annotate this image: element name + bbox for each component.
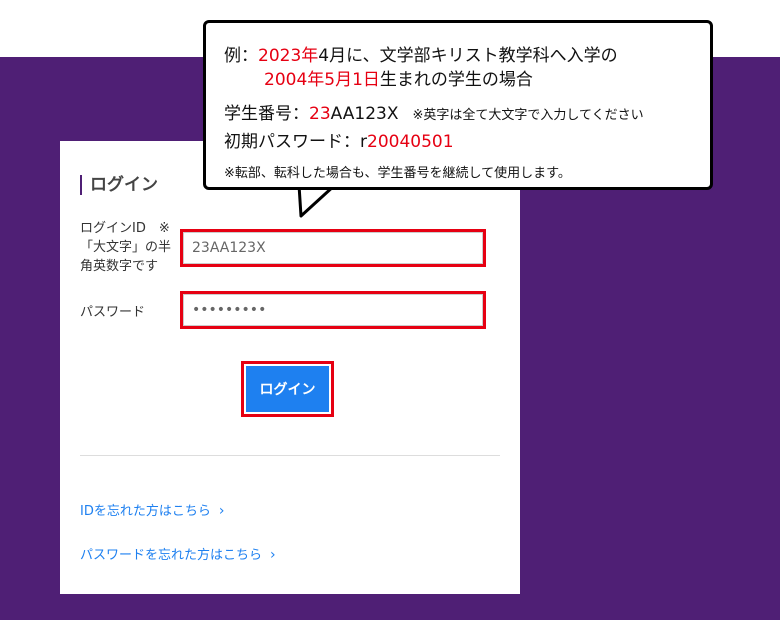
forgot-password-link-label: パスワードを忘れた方はこちら: [80, 548, 263, 563]
login-id-input[interactable]: [183, 232, 483, 264]
password-highlight: [180, 291, 486, 329]
initial-password-digits: 20040501: [367, 132, 454, 152]
student-number-year: 23: [309, 104, 331, 124]
login-id-label: ログインID ※「大文字」の半角英数字です: [80, 221, 172, 274]
example-callout: 例：2023年4月に、文学部キリスト教学科へ入学の 2004年5月1日生まれの学…: [203, 20, 713, 190]
student-number-rest: AA123X: [330, 104, 399, 124]
callout-tail: [297, 183, 337, 218]
initial-password-label: 初期パスワード：r: [224, 132, 367, 152]
transfer-note: ※転部、転科した場合も、学生番号を継続して使用します。: [224, 166, 571, 181]
chevron-right-icon: ›: [218, 503, 225, 519]
login-button-highlight: ログイン: [241, 361, 334, 417]
example-line-1: 例：2023年4月に、文学部キリスト教学科へ入学の: [224, 41, 618, 66]
forgot-id-link-label: IDを忘れた方はこちら: [80, 504, 211, 519]
example-mid: 4月に、文学部キリスト教学科へ入学の: [318, 46, 618, 66]
student-number-label: 学生番号：: [224, 104, 309, 124]
example-prefix: 例：: [224, 46, 258, 66]
login-id-highlight: [180, 229, 486, 267]
initial-password-line: 初期パスワード：r20040501: [224, 127, 454, 152]
forgot-id-link[interactable]: IDを忘れた方はこちら ›: [80, 500, 224, 519]
password-label: パスワード: [80, 305, 146, 320]
example-line-2: 2004年5月1日生まれの学生の場合: [264, 65, 533, 90]
chevron-right-icon: ›: [270, 547, 276, 563]
divider: [80, 455, 500, 456]
example-year: 2023年: [258, 46, 319, 66]
example-birth: 2004年5月1日: [264, 70, 380, 90]
login-card: ログイン ログインID ※「大文字」の半角英数字です パスワード ログイン ID…: [60, 141, 520, 594]
password-input[interactable]: [183, 294, 483, 326]
login-button[interactable]: ログイン: [246, 366, 329, 412]
student-number-line: 学生番号：23AA123X ※英字は全て大文字で入力してください: [224, 99, 644, 124]
card-title: ログイン: [80, 175, 158, 195]
student-number-note: ※英字は全て大文字で入力してください: [412, 108, 644, 123]
example-suffix: 生まれの学生の場合: [379, 70, 533, 90]
forgot-password-link[interactable]: パスワードを忘れた方はこちら ›: [80, 544, 276, 563]
